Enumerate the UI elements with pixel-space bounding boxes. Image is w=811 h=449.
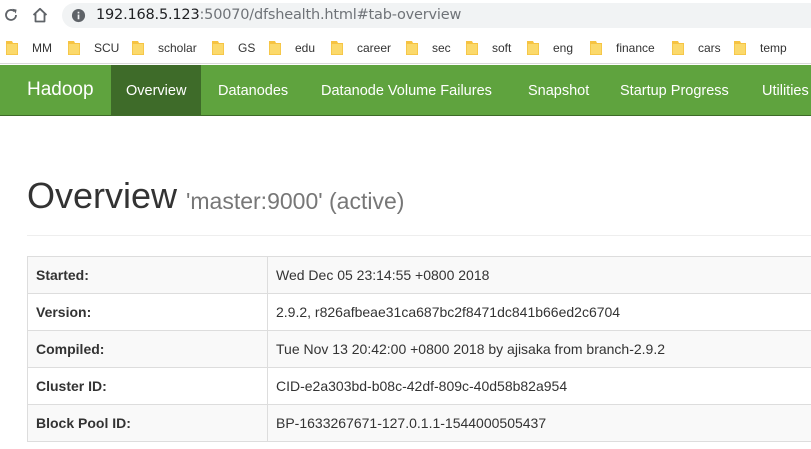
- folder-icon: [734, 40, 746, 55]
- table-row: Version: 2.9.2, r826afbeae31ca687bc2f847…: [27, 293, 811, 331]
- hadoop-navbar: Hadoop Overview Datanodes Datanode Volum…: [0, 65, 811, 116]
- tab-datanode-volume-failures[interactable]: Datanode Volume Failures: [321, 65, 492, 116]
- browser-toolbar: 192.168.5.123:50070/dfshealth.html#tab-o…: [0, 0, 811, 31]
- home-icon: [32, 7, 48, 23]
- bookmark-folder[interactable]: temp: [734, 39, 787, 56]
- table-row: Block Pool ID: BP-1633267671-127.0.1.1-1…: [27, 404, 811, 442]
- navbar-brand[interactable]: Hadoop: [27, 79, 94, 101]
- row-label: Compiled:: [27, 330, 268, 368]
- bookmark-folder[interactable]: soft: [466, 39, 511, 56]
- bookmark-folder[interactable]: eng: [527, 39, 573, 56]
- row-label: Started:: [27, 256, 268, 294]
- url-host: 192.168.5.123: [96, 7, 200, 23]
- bookmarks-bar: MM SCU scholar GS edu career sec soft en…: [0, 31, 811, 64]
- bookmark-label: career: [357, 40, 392, 55]
- reload-button[interactable]: [0, 4, 22, 26]
- bookmark-label: scholar: [158, 40, 197, 55]
- bookmark-folder[interactable]: MM: [6, 39, 52, 56]
- row-label: Version:: [27, 293, 268, 331]
- tab-startup-progress[interactable]: Startup Progress: [620, 65, 729, 116]
- page-subtitle: 'master:9000' (active): [186, 188, 405, 214]
- bookmark-label: eng: [553, 40, 574, 55]
- bookmark-folder[interactable]: scholar: [132, 39, 197, 56]
- bookmark-folder[interactable]: finance: [590, 39, 655, 56]
- row-label: Block Pool ID:: [27, 404, 268, 442]
- bookmark-folder[interactable]: edu: [269, 39, 315, 56]
- tab-utilities[interactable]: Utilities: [762, 65, 809, 116]
- row-value: BP-1633267671-127.0.1.1-1544000505437: [267, 404, 811, 442]
- folder-icon: [269, 40, 281, 55]
- tab-overview[interactable]: Overview: [111, 65, 202, 116]
- bookmark-label: MM: [32, 40, 52, 55]
- bookmark-label: sec: [432, 40, 451, 55]
- row-value: Tue Nov 13 20:42:00 +0800 2018 by ajisak…: [267, 330, 811, 368]
- row-value: Wed Dec 05 23:14:55 +0800 2018: [267, 256, 811, 294]
- bookmark-label: edu: [295, 40, 316, 55]
- folder-icon: [331, 40, 343, 55]
- folder-icon: [527, 40, 539, 55]
- page-title: Overview: [27, 175, 178, 216]
- tab-datanodes[interactable]: Datanodes: [218, 65, 288, 116]
- table-row: Cluster ID: CID-e2a303bd-b08c-42df-809c-…: [27, 367, 811, 405]
- row-value: 2.9.2, r826afbeae31ca687bc2f8471dc841b66…: [267, 293, 811, 331]
- folder-icon: [212, 40, 224, 55]
- folder-icon: [672, 40, 684, 55]
- page-header: Overview 'master:9000' (active): [27, 176, 811, 236]
- table-row: Started: Wed Dec 05 23:14:55 +0800 2018: [27, 256, 811, 294]
- url-text[interactable]: 192.168.5.123:50070/dfshealth.html#tab-o…: [96, 7, 461, 24]
- info-icon[interactable]: [71, 8, 86, 23]
- bookmark-folder[interactable]: career: [331, 39, 391, 56]
- folder-icon: [466, 40, 478, 55]
- url-path: :50070/dfshealth.html#tab-overview: [199, 7, 462, 23]
- folder-icon: [68, 40, 80, 55]
- folder-icon: [132, 40, 144, 55]
- bookmark-label: GS: [238, 40, 256, 55]
- bookmark-folder[interactable]: cars: [672, 39, 721, 56]
- folder-icon: [406, 40, 418, 55]
- bookmark-label: finance: [616, 40, 655, 55]
- reload-icon: [5, 8, 17, 21]
- bookmark-folder[interactable]: GS: [212, 39, 255, 56]
- row-value: CID-e2a303bd-b08c-42df-809c-40d58b82a954: [267, 367, 811, 405]
- folder-icon: [590, 40, 602, 55]
- table-row: Compiled: Tue Nov 13 20:42:00 +0800 2018…: [27, 330, 811, 368]
- tab-snapshot[interactable]: Snapshot: [528, 65, 589, 116]
- address-bar[interactable]: 192.168.5.123:50070/dfshealth.html#tab-o…: [62, 3, 811, 28]
- overview-table: Started: Wed Dec 05 23:14:55 +0800 2018 …: [27, 256, 811, 442]
- bookmark-label: soft: [492, 40, 512, 55]
- folder-icon: [6, 40, 18, 55]
- bookmark-label: cars: [698, 40, 721, 55]
- bookmark-label: temp: [760, 40, 787, 55]
- bookmark-folder[interactable]: SCU: [68, 39, 119, 56]
- home-button[interactable]: [29, 4, 51, 26]
- bookmark-label: SCU: [94, 40, 120, 55]
- bookmark-folder[interactable]: sec: [406, 39, 451, 56]
- row-label: Cluster ID:: [27, 367, 268, 405]
